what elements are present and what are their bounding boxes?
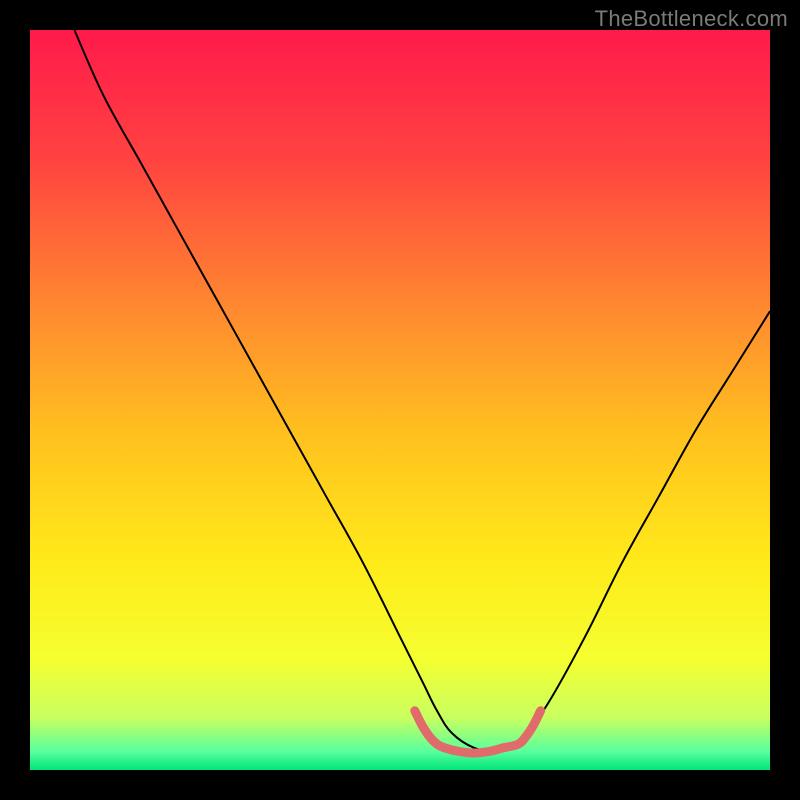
gradient-background	[30, 30, 770, 770]
plot-area	[30, 30, 770, 770]
chart-frame: TheBottleneck.com	[0, 0, 800, 800]
watermark-text: TheBottleneck.com	[595, 6, 788, 32]
bottleneck-chart	[30, 30, 770, 770]
